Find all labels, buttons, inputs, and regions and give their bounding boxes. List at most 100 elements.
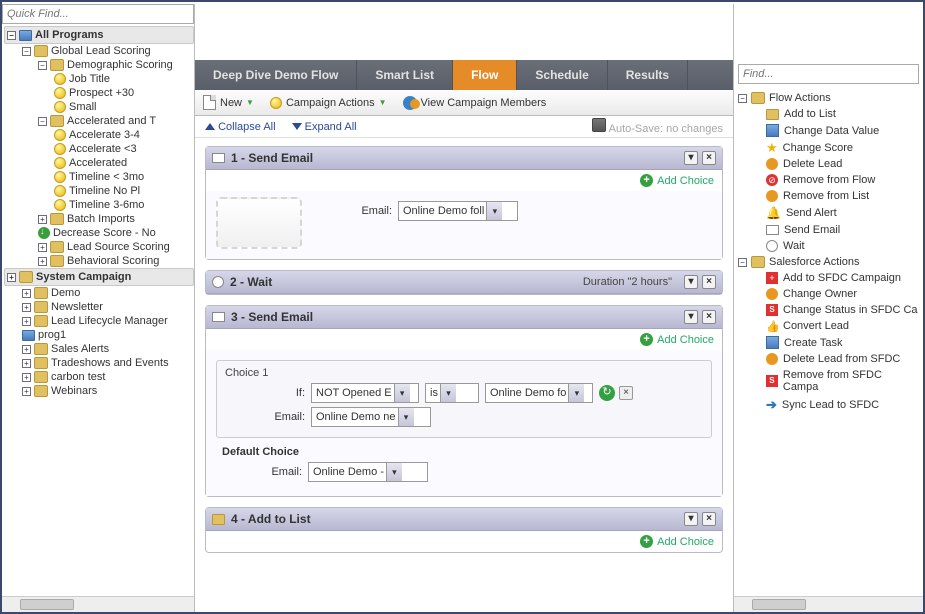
toggle-icon[interactable]: + [22, 387, 31, 396]
tree-item[interactable]: +Behavioral Scoring [4, 254, 194, 268]
if-operator-select[interactable]: is▾ [425, 383, 479, 403]
tab-smart-list[interactable]: Smart List [357, 60, 453, 90]
add-condition-icon[interactable]: ↻ [599, 385, 615, 401]
quick-find-input[interactable] [2, 4, 194, 24]
view-members-button[interactable]: View Campaign Members [403, 96, 547, 110]
toggle-icon[interactable]: + [22, 345, 31, 354]
tree-item[interactable]: prog1 [4, 328, 194, 342]
toggle-icon[interactable]: + [38, 215, 47, 224]
tree-item[interactable]: +Newsletter [4, 300, 194, 314]
step-close-button[interactable]: × [702, 512, 716, 526]
action-item[interactable]: Wait [738, 238, 919, 254]
tree-item[interactable]: Accelerate <3 [4, 142, 194, 156]
add-choice-link[interactable]: +Add Choice [640, 333, 714, 346]
tab-results[interactable]: Results [608, 60, 688, 90]
action-item[interactable]: Send Email [738, 222, 919, 238]
collapse-all-button[interactable]: Collapse All [205, 121, 276, 133]
tree-item[interactable]: +Batch Imports [4, 212, 194, 226]
action-item[interactable]: 🔔Send Alert [738, 204, 919, 222]
toggle-icon[interactable]: − [22, 47, 31, 56]
step-collapse-button[interactable]: ▾ [684, 151, 698, 165]
program-tree[interactable]: − All Programs −Global Lead Scoring−Demo… [2, 24, 194, 596]
toggle-icon[interactable]: + [22, 359, 31, 368]
action-item[interactable]: Change Owner [738, 286, 919, 302]
actions-tree[interactable]: −Flow ActionsAdd to ListChange Data Valu… [734, 88, 923, 596]
toggle-icon[interactable]: + [38, 257, 47, 266]
toggle-icon[interactable]: + [38, 243, 47, 252]
tree-item[interactable]: Timeline 3-6mo [4, 198, 194, 212]
step-collapse-button[interactable]: ▾ [684, 275, 698, 289]
tree-item[interactable]: +Tradeshows and Events [4, 356, 194, 370]
actions-find-input[interactable] [738, 64, 919, 84]
new-button[interactable]: New ▼ [203, 95, 254, 110]
add-choice-link[interactable]: +Add Choice [640, 174, 714, 187]
chevron-down-icon[interactable]: ▾ [386, 463, 402, 481]
tab-flow[interactable]: Flow [453, 60, 517, 90]
tree-item[interactable]: Prospect +30 [4, 86, 194, 100]
if-condition-select[interactable]: NOT Opened E▾ [311, 383, 419, 403]
add-choice-link[interactable]: +Add Choice [640, 535, 714, 548]
if-value-select[interactable]: Online Demo fo▾ [485, 383, 593, 403]
chevron-down-icon[interactable]: ▾ [486, 202, 502, 220]
choice-email-select[interactable]: Online Demo ne▾ [311, 407, 431, 427]
tab-deep-dive[interactable]: Deep Dive Demo Flow [195, 60, 357, 90]
tree-item[interactable]: −Global Lead Scoring [4, 44, 194, 58]
action-item[interactable]: +Add to SFDC Campaign [738, 270, 919, 286]
toggle-icon[interactable]: + [22, 303, 31, 312]
tree-item[interactable]: +carbon test [4, 370, 194, 384]
action-item[interactable]: SChange Status in SFDC Ca [738, 302, 919, 318]
tree-item[interactable]: +Webinars [4, 384, 194, 398]
tree-item[interactable]: +Demo [4, 286, 194, 300]
tree-item[interactable]: Accelerate 3-4 [4, 128, 194, 142]
action-item[interactable]: ➔Sync Lead to SFDC [738, 395, 919, 415]
step-collapse-button[interactable]: ▾ [684, 512, 698, 526]
chevron-down-icon[interactable]: ▾ [394, 384, 410, 402]
tree-item[interactable]: +System Campaign [4, 268, 194, 286]
chevron-down-icon[interactable]: ▾ [398, 408, 414, 426]
tree-item[interactable]: Small [4, 100, 194, 114]
default-email-select[interactable]: Online Demo - ▾ [308, 462, 428, 482]
chevron-down-icon[interactable]: ▾ [440, 384, 456, 402]
action-item[interactable]: Create Task [738, 334, 919, 351]
tree-item[interactable]: −Demographic Scoring [4, 58, 194, 72]
tree-root[interactable]: − All Programs [4, 26, 194, 44]
tab-schedule[interactable]: Schedule [517, 60, 607, 90]
action-item[interactable]: Delete Lead [738, 156, 919, 172]
collapse-icon[interactable]: − [738, 94, 747, 103]
delete-condition-icon[interactable]: × [619, 386, 633, 400]
tree-item[interactable]: Timeline No Pl [4, 184, 194, 198]
toggle-icon[interactable]: + [22, 373, 31, 382]
tree-hscrollbar[interactable] [2, 596, 194, 612]
tree-item[interactable]: +Lead Lifecycle Manager [4, 314, 194, 328]
action-item[interactable]: Delete Lead from SFDC [738, 351, 919, 367]
expand-all-button[interactable]: Expand All [292, 121, 357, 133]
step-header[interactable]: 2 - Wait Duration "2 hours" ▾ × [206, 271, 722, 294]
action-item[interactable]: SRemove from SFDC Campa [738, 367, 919, 395]
actions-hscrollbar[interactable] [734, 596, 923, 612]
campaign-actions-button[interactable]: Campaign Actions ▼ [270, 97, 387, 109]
toggle-icon[interactable]: + [22, 289, 31, 298]
step-close-button[interactable]: × [702, 310, 716, 324]
action-category[interactable]: −Flow Actions [738, 90, 919, 106]
tree-item[interactable]: Timeline < 3mo [4, 170, 194, 184]
toggle-icon[interactable]: + [7, 273, 16, 282]
tree-item[interactable]: Job Title [4, 72, 194, 86]
tree-item[interactable]: Decrease Score - No [4, 226, 194, 240]
step-header[interactable]: 3 - Send Email ▾ × [206, 306, 722, 329]
collapse-icon[interactable]: − [7, 31, 16, 40]
toggle-icon[interactable]: + [22, 317, 31, 326]
action-item[interactable]: Change Data Value [738, 122, 919, 139]
collapse-icon[interactable]: − [738, 258, 747, 267]
action-item[interactable]: Add to List [738, 106, 919, 122]
step-close-button[interactable]: × [702, 275, 716, 289]
tree-item[interactable]: +Lead Source Scoring [4, 240, 194, 254]
step-close-button[interactable]: × [702, 151, 716, 165]
tree-item[interactable]: −Accelerated and T [4, 114, 194, 128]
action-item[interactable]: 👍Convert Lead [738, 318, 919, 334]
flow-steps-container[interactable]: 1 - Send Email ▾ × +Add Choice Email: On… [195, 138, 733, 612]
toggle-icon[interactable]: − [38, 61, 47, 70]
action-item[interactable]: ★Change Score [738, 139, 919, 156]
action-item[interactable]: Remove from List [738, 188, 919, 204]
step-collapse-button[interactable]: ▾ [684, 310, 698, 324]
email-select[interactable]: Online Demo foll▾ [398, 201, 518, 221]
